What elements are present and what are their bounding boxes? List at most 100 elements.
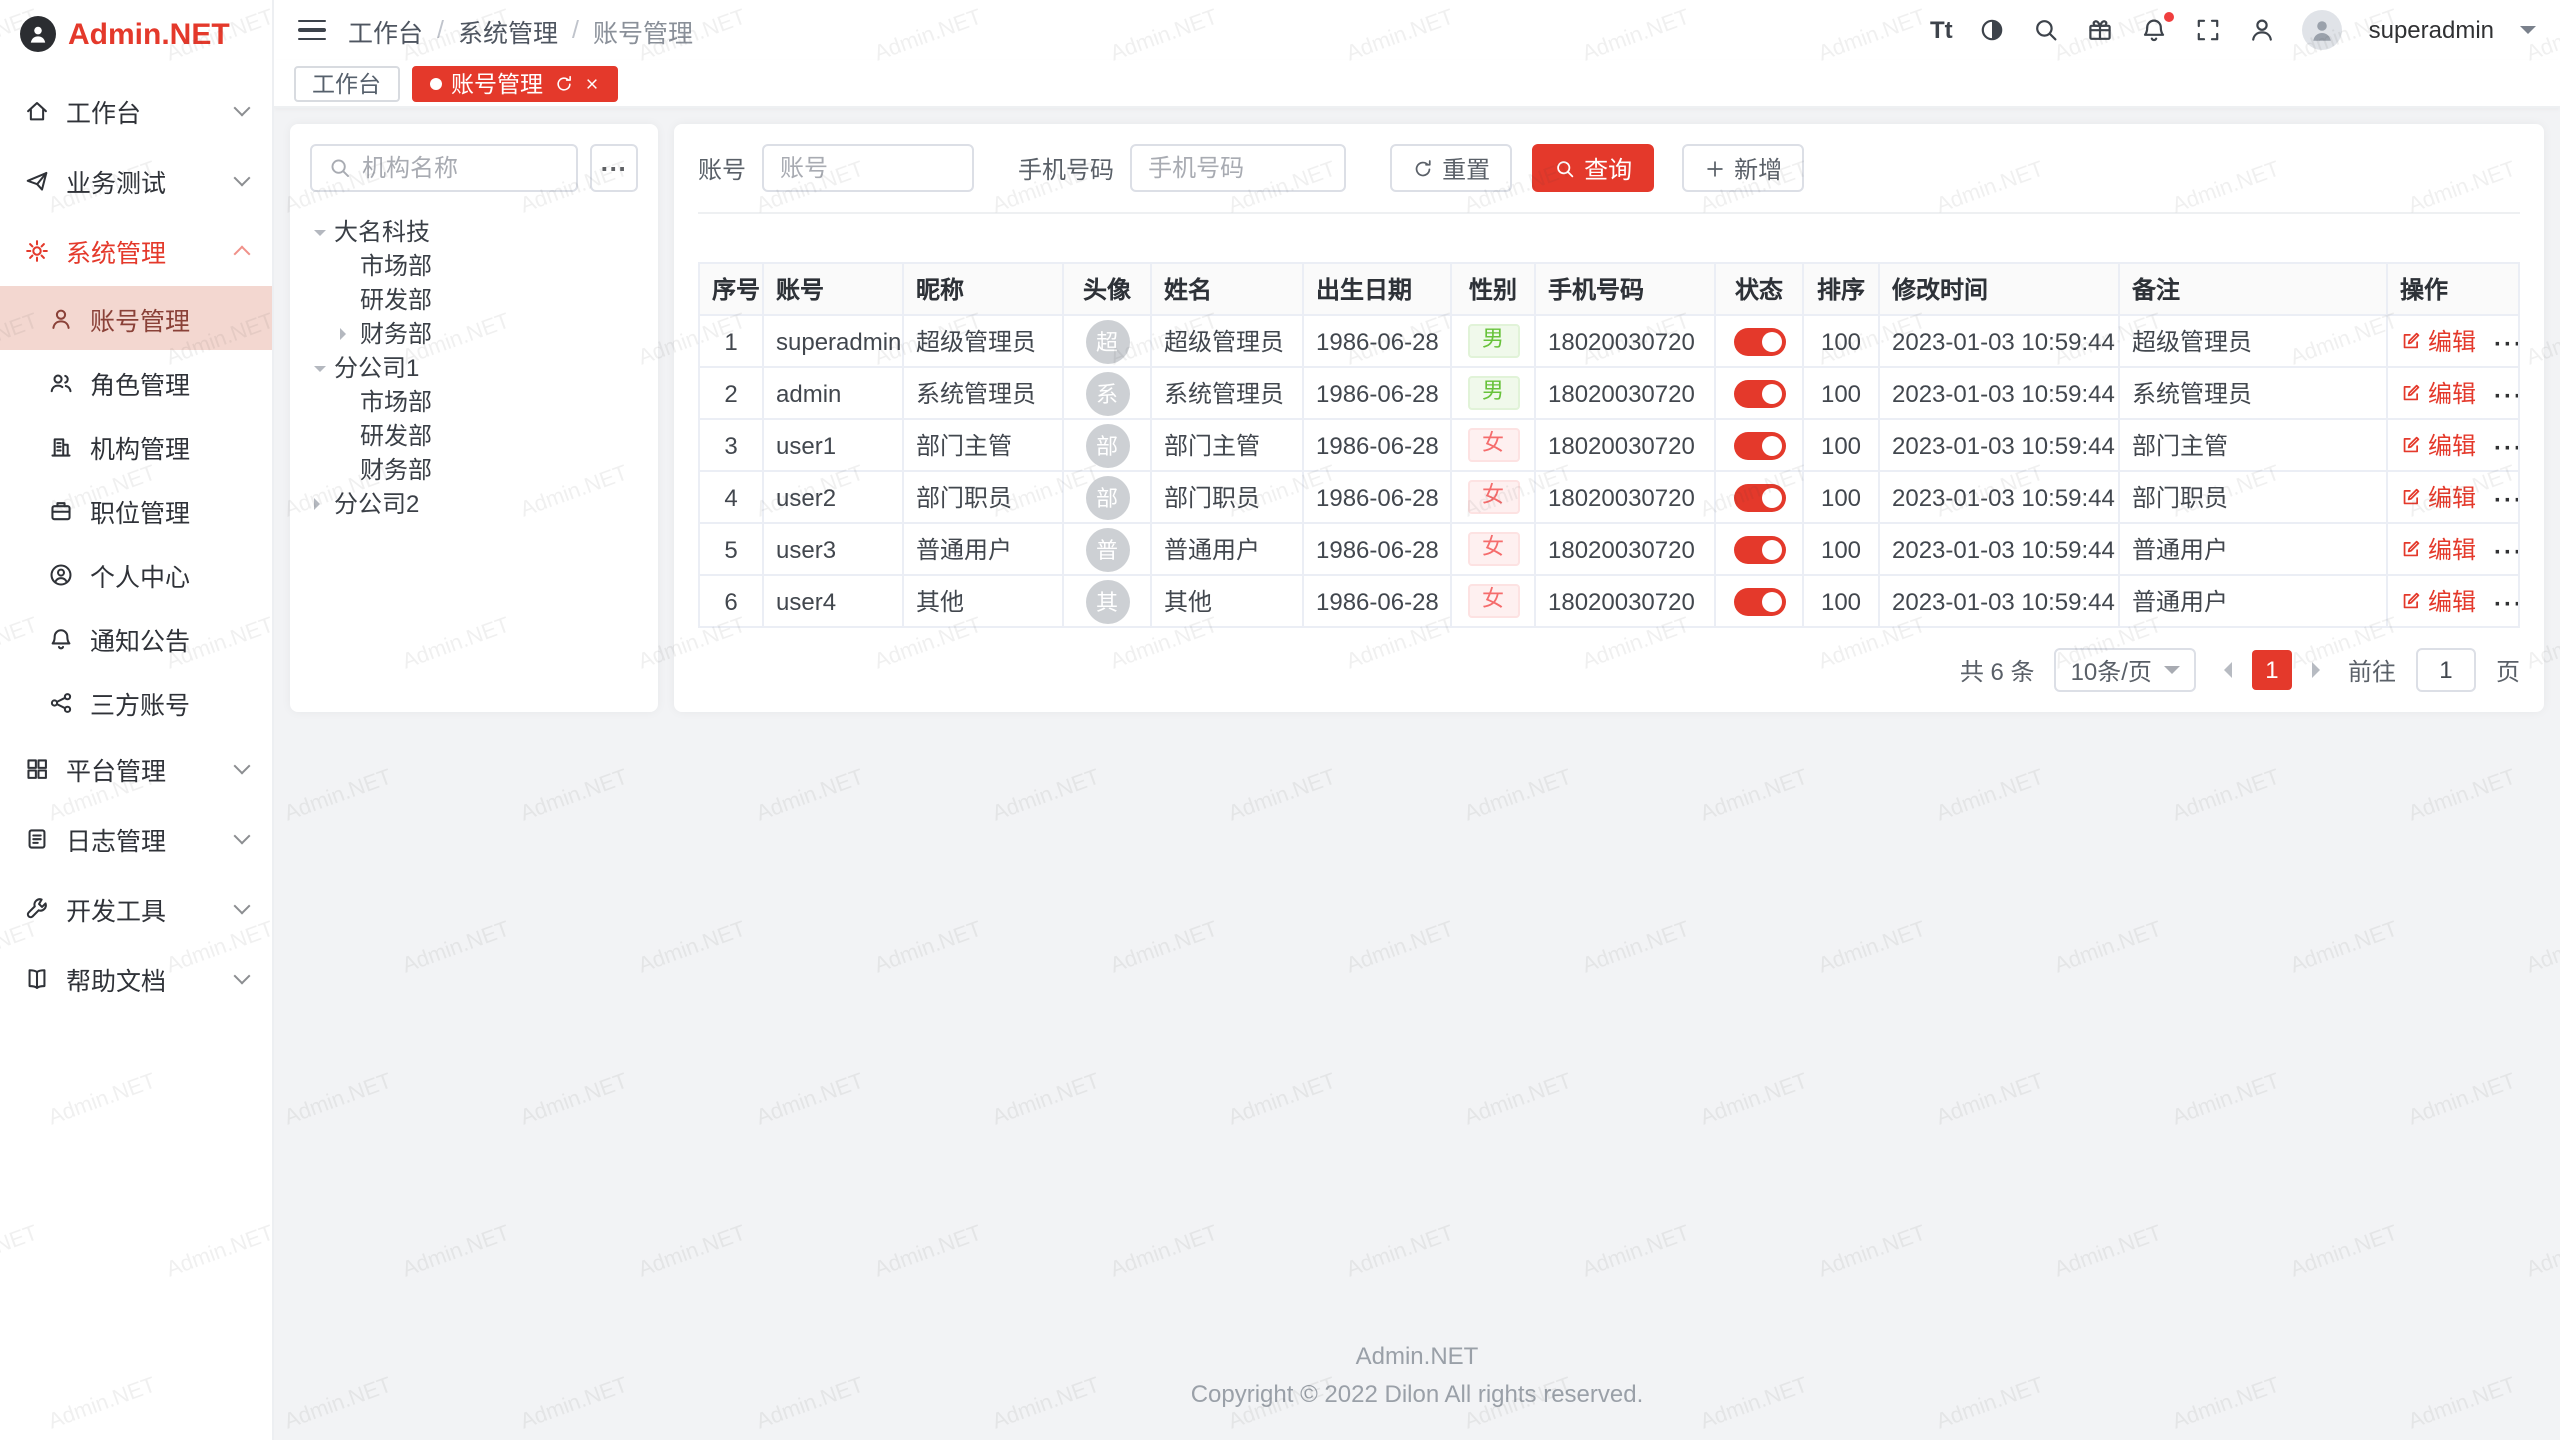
- footer-copyright: Copyright © 2022 Dilon All rights reserv…: [290, 1380, 2544, 1408]
- phone-input[interactable]: [1148, 154, 1328, 182]
- reset-button-label: 重置: [1442, 151, 1490, 185]
- edit-button[interactable]: 编辑: [2400, 324, 2476, 358]
- sidebar-item-label: 业务测试: [66, 162, 166, 200]
- edit-button[interactable]: 编辑: [2400, 376, 2476, 410]
- caret-right-icon[interactable]: [340, 327, 352, 339]
- caret-blank: [340, 395, 352, 407]
- chevron-down-icon: [234, 828, 251, 845]
- avatar: 普: [1085, 527, 1129, 571]
- sex-tag: 男: [1467, 324, 1519, 358]
- sidebar-item-help-docs[interactable]: 帮助文档: [0, 944, 272, 1014]
- more-actions-button[interactable]: ···: [2494, 382, 2519, 410]
- sidebar-item-dev-tools[interactable]: 开发工具: [0, 874, 272, 944]
- cell-status: [1715, 419, 1803, 471]
- table-row: 4user2部门职员部部门职员1986-06-28女18020030720100…: [699, 471, 2519, 523]
- fullscreen-icon[interactable]: [2195, 16, 2223, 44]
- edit-icon: [2400, 382, 2422, 404]
- tree-node[interactable]: 市场部: [310, 248, 638, 282]
- cell-modified: 2023-01-03 10:59:44: [1879, 471, 2119, 523]
- search-button[interactable]: 查询: [1532, 144, 1654, 192]
- caret-down-icon[interactable]: [314, 365, 326, 377]
- font-size-icon[interactable]: Tt: [1930, 16, 1953, 44]
- cell-index: 2: [699, 367, 763, 419]
- cell-birthdate: 1986-06-28: [1303, 315, 1451, 367]
- more-actions-button[interactable]: ···: [2494, 330, 2519, 358]
- status-toggle[interactable]: [1733, 432, 1785, 460]
- tree-node[interactable]: 研发部: [310, 282, 638, 316]
- page-number-1[interactable]: 1: [2252, 650, 2292, 690]
- tree-node[interactable]: 财务部: [310, 316, 638, 350]
- sidebar-item-workbench[interactable]: 工作台: [0, 76, 272, 146]
- reset-button[interactable]: 重置: [1390, 144, 1512, 192]
- account-input[interactable]: [780, 154, 956, 182]
- chevron-down-icon: [234, 170, 251, 187]
- tab-workbench[interactable]: 工作台: [294, 65, 399, 101]
- sidebar-subitem-profile-center[interactable]: 个人中心: [0, 542, 272, 606]
- topbar-actions: Tt: [1930, 10, 2536, 50]
- sidebar-subitem-third-account[interactable]: 三方账号: [0, 670, 272, 734]
- cell-avatar: 部: [1063, 419, 1151, 471]
- more-actions-button[interactable]: ···: [2494, 538, 2519, 566]
- breadcrumb-item-system-management[interactable]: 系统管理: [458, 11, 558, 49]
- status-toggle[interactable]: [1733, 588, 1785, 616]
- tree-node[interactable]: 分公司1: [310, 350, 638, 384]
- sidebar-subitem-position-management[interactable]: 职位管理: [0, 478, 272, 542]
- org-more-button[interactable]: ···: [590, 144, 638, 192]
- cell-avatar: 其: [1063, 575, 1151, 627]
- user-icon[interactable]: [2249, 16, 2277, 44]
- status-toggle[interactable]: [1733, 380, 1785, 408]
- sidebar-subitem-label: 三方账号: [90, 683, 190, 721]
- cell-modified: 2023-01-03 10:59:44: [1879, 367, 2119, 419]
- edit-button[interactable]: 编辑: [2400, 584, 2476, 618]
- menu-fold-icon[interactable]: [298, 19, 326, 41]
- more-actions-button[interactable]: ···: [2494, 434, 2519, 462]
- next-page-button[interactable]: [2312, 662, 2328, 678]
- column-header-9: 排序: [1803, 263, 1879, 315]
- sidebar-subitem-org-management[interactable]: 机构管理: [0, 414, 272, 478]
- prev-page-button[interactable]: [2216, 662, 2232, 678]
- sidebar-subitem-account-management[interactable]: 账号管理: [0, 286, 272, 350]
- tree-node[interactable]: 财务部: [310, 452, 638, 486]
- cell-phone: 18020030720: [1535, 367, 1715, 419]
- gift-icon[interactable]: [2087, 16, 2115, 44]
- tree-node[interactable]: 大名科技: [310, 214, 638, 248]
- cell-account: admin: [763, 367, 903, 419]
- more-actions-button[interactable]: ···: [2494, 486, 2519, 514]
- edit-button[interactable]: 编辑: [2400, 532, 2476, 566]
- tree-node[interactable]: 市场部: [310, 384, 638, 418]
- status-toggle[interactable]: [1733, 484, 1785, 512]
- sidebar-item-business-test[interactable]: 业务测试: [0, 146, 272, 216]
- more-actions-button[interactable]: ···: [2494, 590, 2519, 618]
- edit-button[interactable]: 编辑: [2400, 428, 2476, 462]
- search-icon[interactable]: [2033, 16, 2061, 44]
- goto-page-input[interactable]: [2416, 648, 2476, 692]
- notification-bell-icon[interactable]: [2141, 16, 2169, 44]
- tree-node[interactable]: 研发部: [310, 418, 638, 452]
- sidebar-item-log-management[interactable]: 日志管理: [0, 804, 272, 874]
- page-size-select[interactable]: 10条/页: [2055, 648, 2196, 692]
- logo[interactable]: Admin.NET: [0, 0, 272, 68]
- edit-button[interactable]: 编辑: [2400, 480, 2476, 514]
- add-button[interactable]: 新增: [1682, 144, 1804, 192]
- status-toggle[interactable]: [1733, 328, 1785, 356]
- cell-name: 其他: [1151, 575, 1303, 627]
- search-icon: [328, 156, 352, 180]
- avatar[interactable]: [2303, 10, 2343, 50]
- caret-right-icon[interactable]: [314, 497, 326, 509]
- tab-account-management[interactable]: 账号管理: [411, 65, 617, 101]
- close-icon[interactable]: [583, 75, 599, 91]
- sidebar-subitem-role-management[interactable]: 角色管理: [0, 350, 272, 414]
- theme-icon[interactable]: [1979, 16, 2007, 44]
- chevron-down-icon[interactable]: [2520, 26, 2536, 42]
- sidebar-item-platform-management[interactable]: 平台管理: [0, 734, 272, 804]
- tree-node[interactable]: 分公司2: [310, 486, 638, 520]
- caret-down-icon[interactable]: [314, 229, 326, 241]
- sidebar-subitem-notice[interactable]: 通知公告: [0, 606, 272, 670]
- refresh-icon[interactable]: [553, 73, 573, 93]
- breadcrumb-item-workbench[interactable]: 工作台: [348, 11, 423, 49]
- org-search-input[interactable]: [362, 154, 560, 182]
- sidebar-item-system-management[interactable]: 系统管理: [0, 216, 272, 286]
- username[interactable]: superadmin: [2369, 16, 2494, 44]
- status-toggle[interactable]: [1733, 536, 1785, 564]
- cell-avatar: 超: [1063, 315, 1151, 367]
